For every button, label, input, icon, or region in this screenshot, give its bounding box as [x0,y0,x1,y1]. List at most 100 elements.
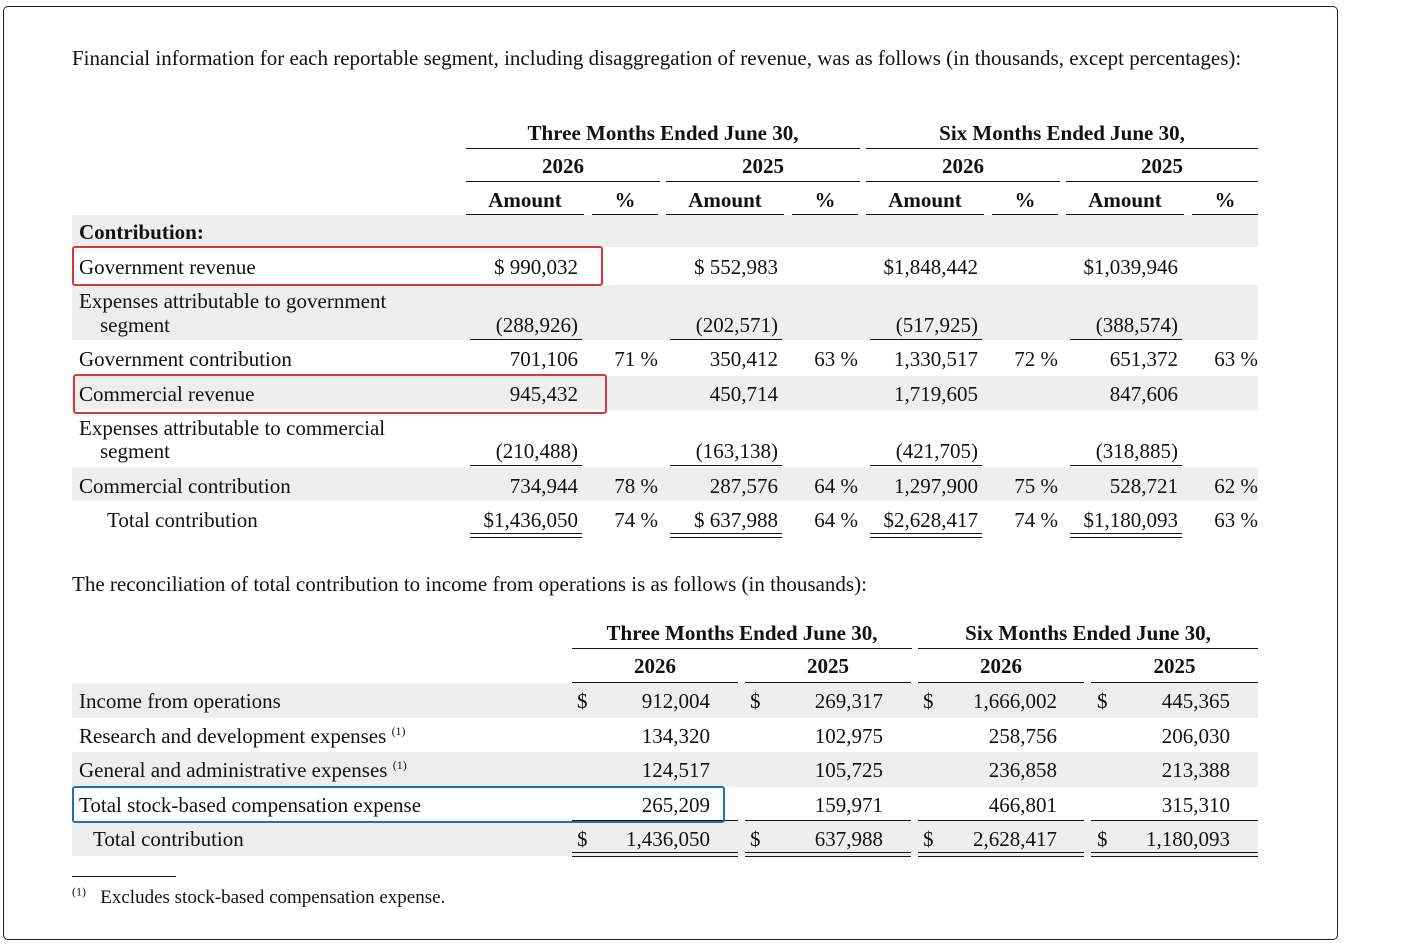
header-six-months: Six Months Ended June 30, [965,621,1211,645]
amount-cell: 1,719,605 [894,382,978,406]
row-label: Expenses attributable to commercial [79,416,386,440]
amount-cell: 206,030 [1161,724,1230,748]
amount-cell: $1,180,093 [1083,508,1179,532]
section-label: Contribution: [79,220,204,244]
amount-cell: $1,848,442 [883,255,979,279]
header-three-months: Three Months Ended June 30, [527,121,799,145]
row-label: Research and development expenses (1) [79,724,406,748]
amount-cell: 2,628,417 [973,827,1057,851]
row-label: Income from operations [79,689,281,713]
amount-cell: 134,320 [641,724,710,748]
row-label: General and administrative expenses (1) [79,758,407,782]
amount-cell: 258,756 [988,724,1057,748]
footnote: (1) Excludes stock-based compensation ex… [72,884,446,908]
amount-cell: 1,180,093 [1146,827,1230,851]
row-label-continued: segment [100,313,170,337]
amount-cell: (288,926) [495,313,578,337]
reconciliation-intro: The reconciliation of total contribution… [72,572,867,596]
amount-cell: 734,944 [509,474,578,498]
amount-cell: 124,517 [641,758,710,782]
amount-cell: 528,721 [1109,474,1178,498]
amount-cell: 701,106 [509,347,578,371]
header-year-2025: 2025 [1141,154,1183,178]
row-label: Total contribution [107,508,258,532]
percent-cell: 74 % [1014,508,1058,532]
amount-cell: 1,330,517 [894,347,978,371]
amount-cell: $1,039,946 [1083,255,1179,279]
percent-cell: 63 % [1214,347,1258,371]
amount-cell: 102,975 [814,724,883,748]
amount-cell: $ 552,983 [694,255,778,279]
percent-cell: 72 % [1014,347,1058,371]
highlight-government-revenue [72,246,603,286]
amount-cell: 450,714 [709,382,778,406]
header-year-2025: 2025 [1153,654,1196,678]
percent-cell: 62 % [1214,474,1258,498]
percent-cell: 63 % [1214,508,1258,532]
header-six-months: Six Months Ended June 30, [939,121,1185,145]
percent-cell: 63 % [814,347,858,371]
amount-cell: 847,606 [1109,382,1178,406]
footnote-ref: (1) [392,758,407,772]
amount-cell: (318,885) [1095,439,1178,463]
amount-cell: 350,412 [709,347,778,371]
amount-cell: 1,436,050 [626,827,710,851]
amount-cell: $ 637,988 [694,508,778,532]
row-label-continued: segment [100,439,170,463]
header-amount: Amount [488,188,562,212]
amount-cell: 269,317 [814,689,883,713]
currency-symbol: $ [1097,827,1108,851]
header-percent: % [614,188,636,212]
amount-cell: 651,372 [1109,347,1178,371]
amount-cell: 287,576 [709,474,778,498]
amount-cell: 1,297,900 [894,474,978,498]
amount-cell: 105,725 [814,758,883,782]
highlight-stock-compensation [72,786,725,823]
amount-cell: $2,628,417 [883,508,979,532]
currency-symbol: $ [577,689,588,713]
amount-cell: 637,988 [814,827,883,851]
amount-cell: 466,801 [988,793,1057,817]
percent-cell: 64 % [814,474,858,498]
header-percent: % [814,188,836,212]
amount-cell: 236,858 [988,758,1057,782]
percent-cell: 75 % [1014,474,1058,498]
amount-cell: 1,666,002 [973,689,1057,713]
currency-symbol: $ [750,827,761,851]
amount-cell: (202,571) [695,313,778,337]
amount-cell: 315,310 [1161,793,1230,817]
percent-cell: 74 % [614,508,658,532]
header-percent: % [1014,188,1036,212]
currency-symbol: $ [577,827,588,851]
percent-cell: 71 % [614,347,658,371]
amount-cell: (421,705) [895,439,978,463]
amount-cell: (388,574) [1095,313,1178,337]
highlight-commercial-revenue [73,374,607,414]
row-label: Commercial contribution [79,474,291,498]
currency-symbol: $ [923,689,934,713]
amount-cell: 445,365 [1161,689,1230,713]
footnote-ref: (1) [391,724,406,738]
footnote-marker: (1) [72,884,86,899]
header-year-2026: 2026 [634,654,676,678]
row-label: Government contribution [79,347,292,371]
currency-symbol: $ [923,827,934,851]
amount-cell: 213,388 [1161,758,1230,782]
amount-cell: (517,925) [895,313,978,337]
header-year-2025: 2025 [742,154,784,178]
amount-cell: 159,971 [814,793,883,817]
header-year-2026: 2026 [980,654,1022,678]
header-year-2026: 2026 [942,154,984,178]
currency-symbol: $ [750,689,761,713]
header-year-2025: 2025 [807,654,849,678]
amount-cell: 912,004 [641,689,710,713]
percent-cell: 78 % [614,474,658,498]
amount-cell: $1,436,050 [483,508,579,532]
currency-symbol: $ [1097,689,1108,713]
header-three-months: Three Months Ended June 30, [606,621,878,645]
amount-cell: (163,138) [695,439,778,463]
amount-cell: (210,488) [495,439,578,463]
header-amount: Amount [888,188,962,212]
percent-cell: 64 % [814,508,858,532]
intro-paragraph: Financial information for each reportabl… [72,46,1242,70]
